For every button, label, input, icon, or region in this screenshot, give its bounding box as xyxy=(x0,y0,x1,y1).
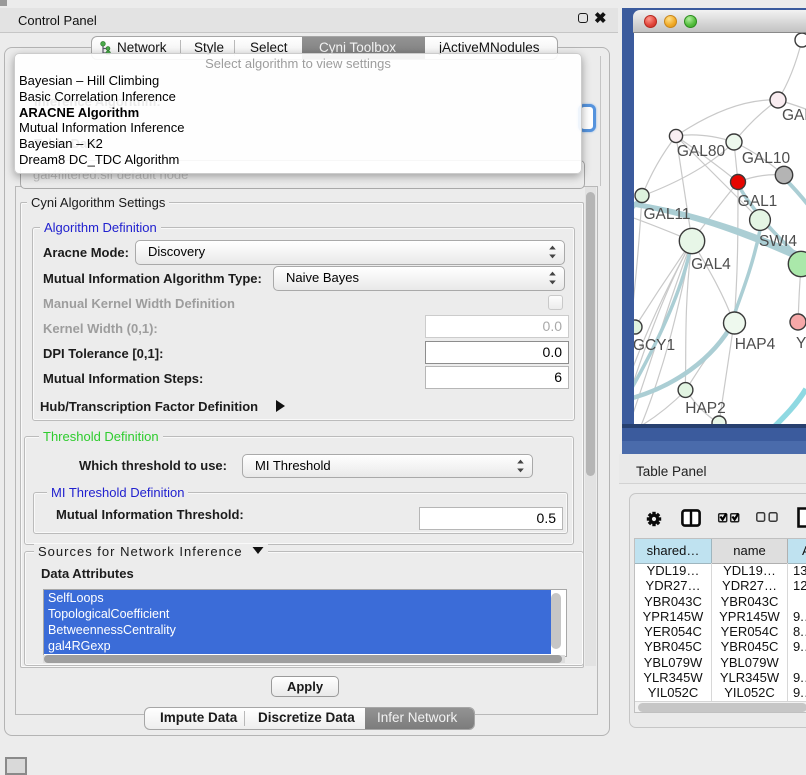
svg-text:GAL1: GAL1 xyxy=(738,193,778,210)
svg-text:GAL11: GAL11 xyxy=(643,206,690,223)
svg-text:GAL2: GAL2 xyxy=(782,107,806,124)
svg-text:GAL80: GAL80 xyxy=(677,143,726,160)
svg-text:GAL4: GAL4 xyxy=(691,256,731,273)
svg-text:GAL10: GAL10 xyxy=(742,150,791,167)
svg-text:HAP2: HAP2 xyxy=(685,400,726,417)
svg-text:YJ: YJ xyxy=(796,335,806,352)
svg-text:HAP4: HAP4 xyxy=(735,336,776,353)
svg-text:GCY1: GCY1 xyxy=(634,337,675,354)
svg-text:SWI4: SWI4 xyxy=(759,233,797,250)
